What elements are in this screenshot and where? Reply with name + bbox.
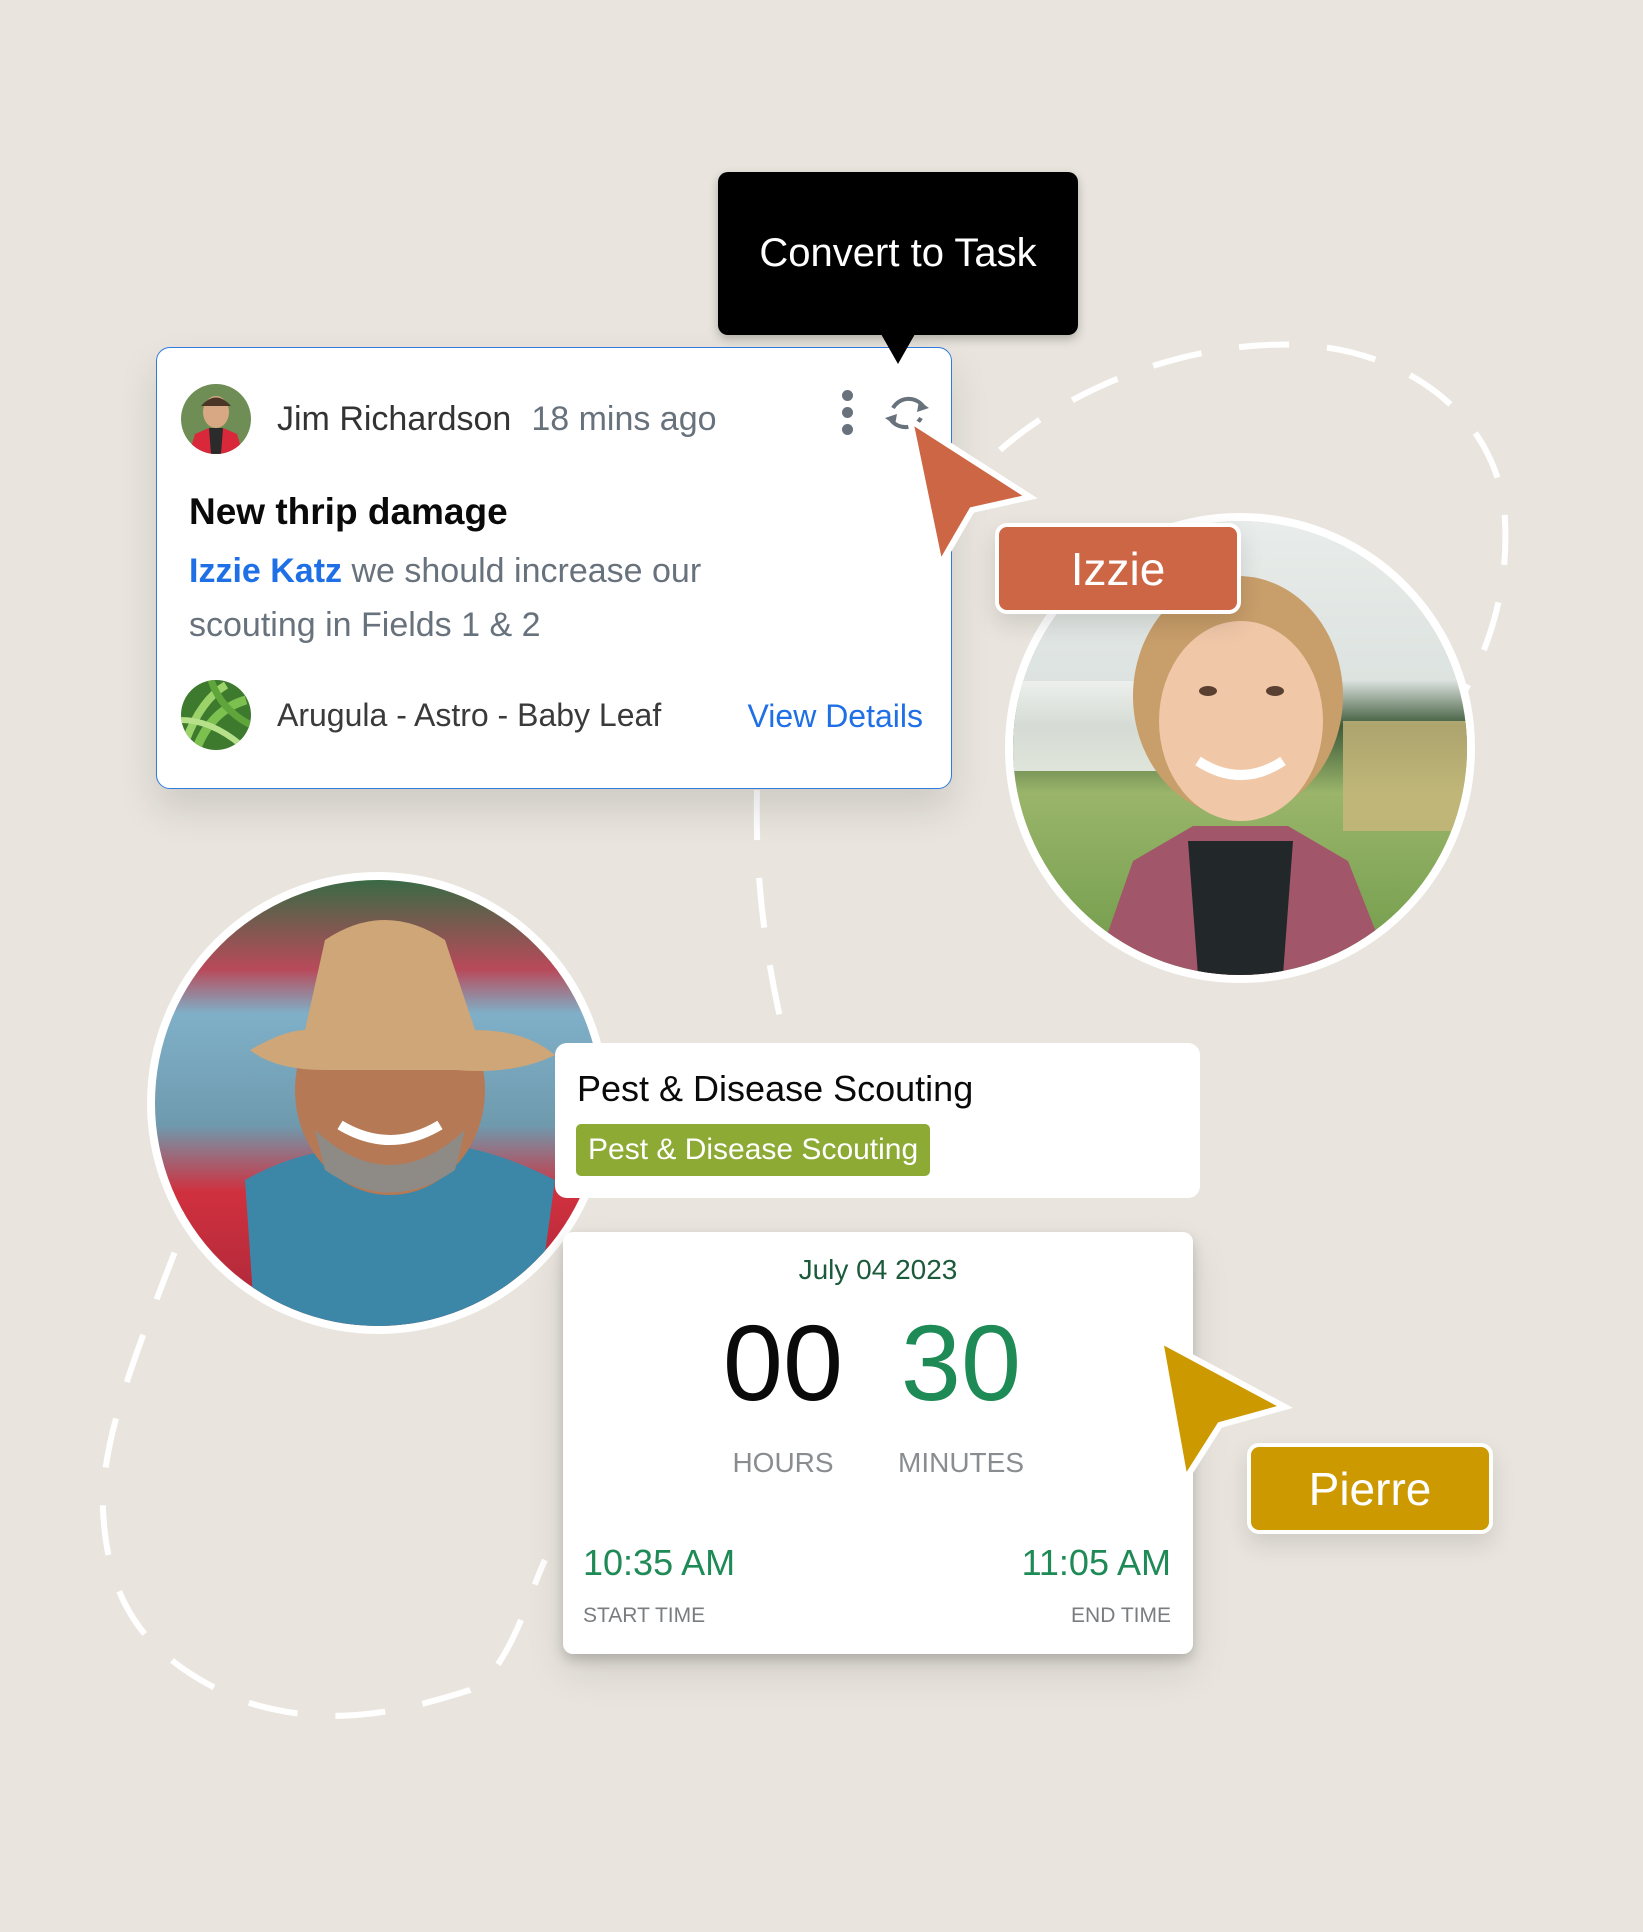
comment-card: Jim Richardson 18 mins ago New thrip dam… bbox=[156, 347, 952, 789]
crop-thumbnail bbox=[181, 680, 251, 750]
author-name: Jim Richardson bbox=[277, 399, 512, 438]
comment-body: Izzie Katz we should increase our scouti… bbox=[189, 544, 749, 652]
end-time-value: 11:05 AM bbox=[1021, 1542, 1171, 1583]
izzie-cursor-label: Izzie bbox=[995, 523, 1241, 614]
task-card[interactable]: Pest & Disease Scouting Pest & Disease S… bbox=[555, 1043, 1200, 1198]
comment-header: Jim Richardson 18 mins ago bbox=[181, 384, 717, 454]
end-time-label: END TIME bbox=[1071, 1604, 1171, 1627]
minutes-label: MINUTES bbox=[898, 1447, 1024, 1478]
tooltip-text: Convert to Task bbox=[759, 231, 1037, 275]
timer-hours-value: 00 bbox=[722, 1302, 844, 1423]
pierre-cursor-label: Pierre bbox=[1247, 1443, 1493, 1534]
pierre-photo bbox=[147, 872, 609, 1334]
crop-row: Arugula - Astro - Baby Leaf bbox=[181, 680, 661, 750]
view-details-link[interactable]: View Details bbox=[748, 698, 923, 735]
center-connector-path bbox=[753, 789, 793, 1061]
timer-card: July 04 2023 00 30 HOURS MINUTES 10:35 A… bbox=[563, 1232, 1193, 1654]
start-time-value: 10:35 AM bbox=[583, 1542, 736, 1583]
pierre-name: Pierre bbox=[1308, 1462, 1432, 1515]
start-time-label: START TIME bbox=[583, 1604, 706, 1627]
crop-label: Arugula - Astro - Baby Leaf bbox=[277, 696, 662, 733]
task-title: Pest & Disease Scouting bbox=[577, 1068, 974, 1109]
comment-timestamp: 18 mins ago bbox=[531, 399, 717, 438]
timer-date: July 04 2023 bbox=[798, 1254, 958, 1285]
timer-minutes-value: 30 bbox=[900, 1302, 1022, 1423]
user-mention-link[interactable]: Izzie Katz bbox=[189, 552, 342, 590]
author-avatar[interactable] bbox=[181, 384, 251, 454]
izzie-cursor-icon bbox=[890, 400, 1038, 574]
kebab-menu-icon[interactable] bbox=[837, 390, 857, 438]
tooltip-arrow bbox=[881, 334, 915, 364]
comment-title: New thrip damage bbox=[189, 491, 508, 532]
convert-to-task-tooltip: Convert to Task bbox=[718, 172, 1078, 335]
izzie-name: Izzie bbox=[1070, 542, 1166, 595]
task-badge-text: Pest & Disease Scouting bbox=[588, 1133, 919, 1166]
task-category-badge: Pest & Disease Scouting bbox=[576, 1124, 931, 1176]
hours-label: HOURS bbox=[732, 1447, 834, 1478]
